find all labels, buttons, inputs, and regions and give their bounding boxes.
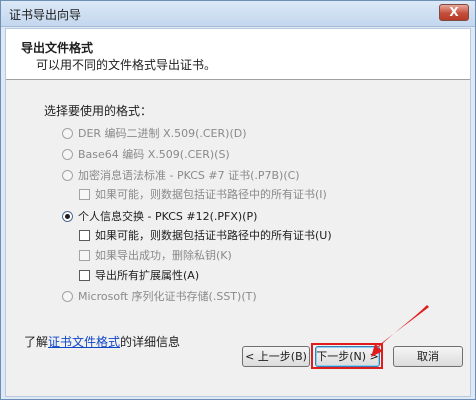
back-button[interactable]: < 上一步(B) — [242, 346, 310, 367]
radio-option-sst[interactable]: Microsoft 序列化证书存储(.SST)(T) — [62, 288, 257, 304]
checkbox[interactable] — [79, 249, 90, 261]
checkbox-delete-private-key[interactable]: 如果导出成功，删除私钥(K) — [79, 247, 232, 263]
radio-label-sst: Microsoft 序列化证书存储(.SST)(T) — [78, 290, 257, 303]
red-arrow-icon — [371, 305, 429, 357]
page-title: 导出文件格式 — [21, 41, 94, 55]
radio-label-pkcs7: 加密消息语法标准 - PKCS #7 证书(.P7B)(C) — [78, 169, 300, 182]
radio-option-pkcs7[interactable]: 加密消息语法标准 - PKCS #7 证书(.P7B)(C) — [62, 167, 300, 183]
certificate-export-wizard-window: 证书导出向导 X 导出文件格式 可以用不同的文件格式导出证书。 选择要使用的格式… — [0, 0, 476, 400]
checkbox-label-delete-private-key: 如果导出成功，删除私钥(K) — [95, 249, 232, 262]
checkbox-pfx-include-path[interactable]: 如果可能，则数据包括证书路径中的所有证书(U) — [79, 227, 332, 243]
checkbox-p7b-include-path[interactable]: 如果可能，则数据包括证书路径中的所有证书(I) — [79, 186, 327, 202]
learn-more-prefix: 了解 — [24, 335, 49, 349]
checkbox-label-export-extended-properties: 导出所有扩展属性(A) — [95, 269, 200, 282]
learn-more-suffix: 的详细信息 — [120, 335, 181, 349]
window-title: 证书导出向导 — [9, 8, 82, 22]
checkbox-label-pfx-include-path: 如果可能，则数据包括证书路径中的所有证书(U) — [95, 229, 332, 242]
radio-label-pkcs12: 个人信息交换 - PKCS #12(.PFX)(P) — [78, 210, 258, 223]
checkbox[interactable] — [79, 188, 90, 200]
checkbox-label-p7b-include-path: 如果可能，则数据包括证书路径中的所有证书(I) — [95, 188, 327, 201]
checkbox-export-extended-properties[interactable]: 导出所有扩展属性(A) — [79, 267, 199, 283]
radio-label-base64: Base64 编码 X.509(.CER)(S) — [78, 148, 230, 161]
title-bar: 证书导出向导 X — [1, 1, 475, 27]
radio-button-selected[interactable] — [62, 210, 73, 222]
page-subtitle: 可以用不同的文件格式导出证书。 — [36, 58, 217, 72]
close-icon: X — [449, 5, 459, 19]
radio-button[interactable] — [62, 148, 73, 160]
radio-option-base64[interactable]: Base64 编码 X.509(.CER)(S) — [62, 146, 230, 162]
radio-button[interactable] — [62, 127, 73, 139]
close-button[interactable]: X — [439, 4, 469, 21]
radio-option-der[interactable]: DER 编码二进制 X.509(.CER)(D) — [62, 125, 247, 141]
radio-button[interactable] — [62, 290, 73, 302]
learn-more-line: 了解证书文件格式的详细信息 — [24, 333, 180, 350]
format-section-label: 选择要使用的格式： — [44, 104, 153, 118]
certificate-formats-link[interactable]: 证书文件格式 — [48, 335, 120, 349]
radio-option-pkcs12[interactable]: 个人信息交换 - PKCS #12(.PFX)(P) — [62, 208, 257, 224]
radio-label-der: DER 编码二进制 X.509(.CER)(D) — [78, 127, 247, 140]
radio-button[interactable] — [62, 169, 73, 181]
checkbox[interactable] — [79, 269, 90, 281]
checkbox[interactable] — [79, 229, 90, 241]
wizard-header-panel: 导出文件格式 可以用不同的文件格式导出证书。 — [6, 29, 470, 80]
